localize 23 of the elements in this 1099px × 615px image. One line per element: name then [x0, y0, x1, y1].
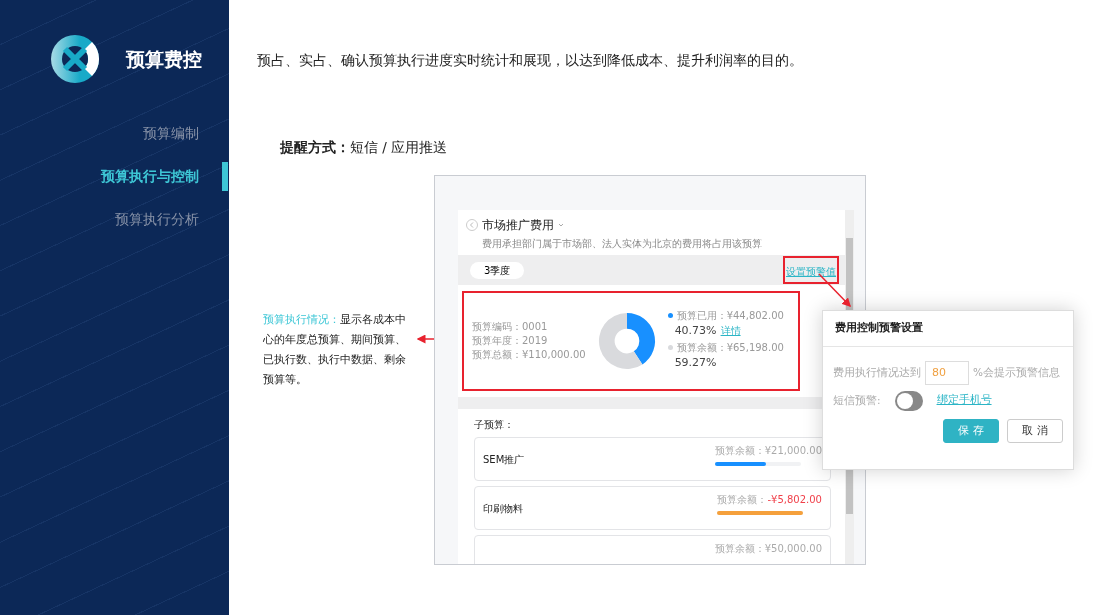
sms-label: 短信预警: — [833, 392, 881, 408]
threshold-suffix: %会提示预警信息 — [973, 364, 1060, 380]
percent-value: 59.27% — [674, 356, 717, 369]
dialog-title: 费用控制预警设置 — [823, 311, 1073, 347]
sidebar-title: 预算费控 — [126, 46, 202, 72]
legend-label: 预算已用：¥44,802.00 — [676, 309, 784, 322]
card-subtitle: 费用承担部门属于市场部、法人实体为北京的费用将占用该预算 — [481, 237, 763, 251]
amount-text: 预算余额：-¥5,802.00 — [717, 493, 822, 507]
info-text: 预算总额：¥110,000.00 — [472, 348, 586, 362]
amount-text: 预算余额：¥21,000.00 — [714, 444, 822, 458]
section-label: 子预算： — [474, 418, 515, 432]
info-text: 预算编码：0001 — [472, 320, 549, 334]
threshold-label: 费用执行情况达到 — [833, 364, 921, 380]
amount-text: 预算余额：¥50,000.00 — [714, 542, 822, 556]
legend-label: 预算余额：¥65,198.00 — [676, 341, 784, 354]
card-title: 市场推广费用 — [482, 217, 554, 234]
reminder-text: 提醒方式：短信 / 应用推送 — [280, 138, 449, 157]
annotation-text: 预算执行情况：显示各成本中心的年度总预算、期间预算、已执行数、执行中数据、剩余预算等。 — [263, 312, 407, 388]
info-text: 预算年度：2019 — [472, 334, 549, 348]
percent-value: 40.73% — [674, 324, 717, 337]
intro-text: 预占、实占、确认预算执行进度实时统计和展现，以达到降低成本、提升利润率的目的。 — [257, 51, 804, 70]
sub-budget-name: 印刷物料 — [483, 501, 523, 516]
sub-budget-name: SEM推广 — [483, 452, 525, 467]
